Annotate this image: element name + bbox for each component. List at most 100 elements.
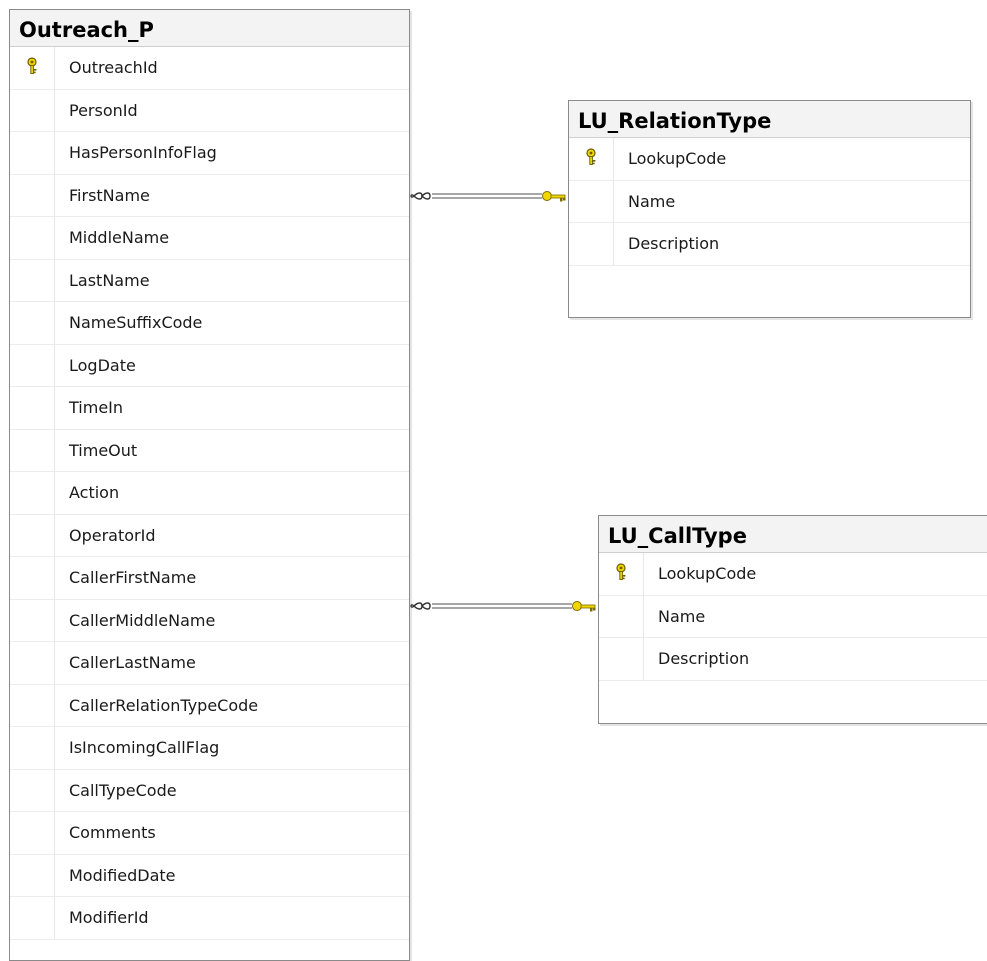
column-name: LookupCode bbox=[628, 149, 727, 169]
column-name: Action bbox=[69, 483, 120, 503]
row-selector-cell bbox=[599, 595, 644, 637]
row-selector-cell bbox=[10, 472, 55, 514]
column-name: OperatorId bbox=[69, 525, 156, 545]
primary-key-cell bbox=[599, 553, 644, 595]
table-header[interactable]: LU_RelationType bbox=[569, 101, 970, 138]
column-row[interactable]: LogDate bbox=[10, 344, 409, 387]
column-row[interactable]: IsIncomingCallFlag bbox=[10, 727, 409, 770]
column-name: PersonId bbox=[69, 100, 138, 120]
column-name: LookupCode bbox=[658, 564, 757, 584]
row-selector-cell bbox=[569, 180, 614, 222]
table-lu-calltype[interactable]: LU_CallType LookupCode Name Description bbox=[598, 515, 987, 724]
empty-row bbox=[569, 266, 970, 304]
column-row[interactable]: ModifierId bbox=[10, 897, 409, 940]
column-row[interactable]: MiddleName bbox=[10, 217, 409, 260]
column-name: Comments bbox=[69, 823, 156, 843]
column-list: LookupCode Name Description bbox=[569, 138, 970, 304]
column-list: OutreachId PersonId HasPersonInfoFlag First… bbox=[10, 47, 409, 940]
row-selector-cell bbox=[10, 132, 55, 174]
row-selector-cell bbox=[10, 174, 55, 216]
key-icon bbox=[542, 191, 566, 202]
row-selector-cell bbox=[10, 259, 55, 301]
row-selector-cell bbox=[10, 599, 55, 641]
column-row[interactable]: Action bbox=[10, 472, 409, 515]
column-name: OutreachId bbox=[69, 58, 158, 78]
column-name: CallTypeCode bbox=[69, 780, 177, 800]
column-name: Description bbox=[628, 234, 720, 254]
row-selector-cell bbox=[569, 223, 614, 265]
key-icon bbox=[614, 563, 628, 585]
column-name: IsIncomingCallFlag bbox=[69, 738, 220, 758]
row-selector-cell bbox=[10, 302, 55, 344]
key-icon bbox=[584, 148, 598, 170]
row-selector-cell bbox=[10, 769, 55, 811]
column-row[interactable]: ModifiedDate bbox=[10, 854, 409, 897]
table-title: LU_RelationType bbox=[578, 109, 772, 133]
column-name: ModifiedDate bbox=[69, 865, 176, 885]
column-row[interactable]: LookupCode bbox=[569, 138, 970, 181]
column-list: LookupCode Name Description bbox=[599, 553, 987, 719]
column-row[interactable]: TimeIn bbox=[10, 387, 409, 430]
column-row[interactable]: FirstName bbox=[10, 174, 409, 217]
column-name: ModifierId bbox=[69, 908, 149, 928]
column-name: MiddleName bbox=[69, 228, 170, 248]
primary-key-cell bbox=[10, 47, 55, 89]
row-selector-cell bbox=[10, 897, 55, 939]
column-row[interactable]: Name bbox=[599, 595, 987, 638]
relationship-connector-calltype[interactable] bbox=[410, 598, 600, 622]
column-name: Name bbox=[628, 191, 676, 211]
column-row[interactable]: HasPersonInfoFlag bbox=[10, 132, 409, 175]
key-icon bbox=[572, 601, 596, 612]
row-selector-cell bbox=[10, 854, 55, 896]
column-row[interactable]: Description bbox=[569, 223, 970, 266]
table-outreach-p[interactable]: Outreach_P OutreachId PersonId HasPersonIn… bbox=[9, 9, 410, 961]
column-row[interactable]: CallerRelationTypeCode bbox=[10, 684, 409, 727]
column-name: FirstName bbox=[69, 185, 150, 205]
column-name: TimeOut bbox=[69, 440, 138, 460]
row-selector-cell bbox=[10, 217, 55, 259]
infinity-icon bbox=[410, 602, 431, 610]
column-name: CallerLastName bbox=[69, 653, 196, 673]
key-icon bbox=[25, 57, 39, 79]
table-header[interactable]: Outreach_P bbox=[10, 10, 409, 47]
row-selector-cell bbox=[10, 89, 55, 131]
row-selector-cell bbox=[10, 684, 55, 726]
column-name: CallerRelationTypeCode bbox=[69, 695, 259, 715]
empty-row bbox=[599, 681, 987, 719]
column-name: TimeIn bbox=[69, 398, 124, 418]
column-name: CallerMiddleName bbox=[69, 610, 216, 630]
column-row[interactable]: OutreachId bbox=[10, 47, 409, 90]
row-selector-cell bbox=[10, 812, 55, 854]
row-selector-cell bbox=[10, 642, 55, 684]
column-row[interactable]: OperatorId bbox=[10, 514, 409, 557]
row-selector-cell bbox=[10, 514, 55, 556]
infinity-icon bbox=[410, 192, 431, 200]
column-row[interactable]: PersonId bbox=[10, 89, 409, 132]
column-name: Name bbox=[658, 606, 706, 626]
column-row[interactable]: CallerMiddleName bbox=[10, 599, 409, 642]
row-selector-cell bbox=[10, 557, 55, 599]
column-name: LastName bbox=[69, 270, 150, 290]
row-selector-cell bbox=[10, 344, 55, 386]
row-selector-cell bbox=[599, 638, 644, 680]
column-row[interactable]: CallerFirstName bbox=[10, 557, 409, 600]
primary-key-cell bbox=[569, 138, 614, 180]
column-row[interactable]: Description bbox=[599, 638, 987, 681]
column-row[interactable]: Comments bbox=[10, 812, 409, 855]
column-row[interactable]: NameSuffixCode bbox=[10, 302, 409, 345]
table-title: LU_CallType bbox=[608, 524, 747, 548]
column-name: HasPersonInfoFlag bbox=[69, 143, 217, 163]
row-selector-cell bbox=[10, 429, 55, 471]
table-lu-relationtype[interactable]: LU_RelationType LookupCode Name Descriptio… bbox=[568, 100, 971, 318]
column-row[interactable]: TimeOut bbox=[10, 429, 409, 472]
column-row[interactable]: CallerLastName bbox=[10, 642, 409, 685]
table-header[interactable]: LU_CallType bbox=[599, 516, 987, 553]
column-name: NameSuffixCode bbox=[69, 313, 203, 333]
column-row[interactable]: LastName bbox=[10, 259, 409, 302]
column-row[interactable]: CallTypeCode bbox=[10, 769, 409, 812]
column-row[interactable]: LookupCode bbox=[599, 553, 987, 596]
column-row[interactable]: Name bbox=[569, 180, 970, 223]
row-selector-cell bbox=[10, 727, 55, 769]
row-selector-cell bbox=[10, 387, 55, 429]
relationship-connector-relationtype[interactable] bbox=[410, 188, 570, 212]
